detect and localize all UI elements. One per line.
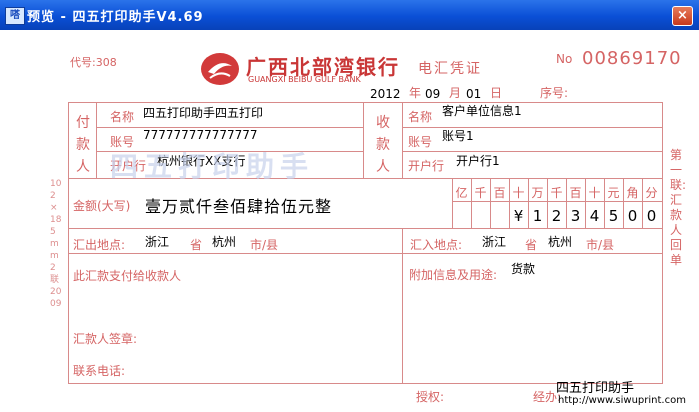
seq-label: 序号:	[540, 86, 569, 100]
watermark-logo: 四五打印助手	[110, 150, 315, 183]
footer-url[interactable]: http://www.siwuprint.com	[558, 395, 686, 406]
digit-value: 5	[608, 207, 619, 225]
digit-value: 4	[589, 207, 600, 225]
payee-name-label: 名称	[408, 110, 433, 124]
remit-from-province: 浙江	[145, 235, 170, 249]
digit-header: 十	[588, 186, 601, 200]
remit-from-label: 汇出地点:	[73, 238, 126, 252]
digit-header: 元	[607, 186, 620, 200]
amount-in-words: 壹万贰仟叁佰肆拾伍元整	[145, 197, 333, 216]
no-label: No	[556, 52, 573, 66]
payee-account-label: 账号	[408, 135, 433, 149]
close-button[interactable]: ×	[672, 6, 693, 26]
payee-bank-label: 开户行	[408, 159, 445, 173]
payee-account: 账号1	[442, 129, 474, 143]
payer-name: 四五打印助手四五打印	[143, 106, 264, 120]
payer-account: 777777777777777	[143, 128, 258, 142]
title-bar: 嗒 预览 - 四五打印助手V4.69 ×	[0, 0, 699, 30]
digit-value: 1	[532, 207, 543, 225]
digit-header: 千	[550, 186, 563, 200]
digit-value: 3	[570, 207, 581, 225]
voucher-type: 电汇凭证	[418, 61, 482, 77]
amount-label: 金额(大写)	[73, 199, 131, 213]
remit-to-label: 汇入地点:	[410, 238, 463, 252]
remit-from-province-unit: 省	[190, 238, 203, 252]
bank-logo-icon	[200, 52, 240, 86]
pay-to-payee-text: 此汇款支付给收款人	[73, 269, 182, 283]
month-unit: 月	[449, 86, 462, 100]
extra-info-value: 货款	[511, 262, 536, 276]
remit-from-city-unit: 市/县	[250, 238, 279, 252]
remit-to-province: 浙江	[482, 235, 507, 249]
remit-from-city: 杭州	[212, 235, 237, 249]
payer-name-label: 名称	[110, 110, 135, 124]
digit-header: 千	[474, 186, 487, 200]
digit-value: 2	[551, 207, 562, 225]
signature-label: 汇款人签章:	[73, 332, 138, 346]
digit-header: 角	[626, 186, 639, 200]
window-title: 预览 - 四五打印助手V4.69	[27, 10, 204, 25]
copy-note: 第一联:汇款人回单	[670, 148, 687, 267]
payee-bank: 开户行1	[456, 154, 500, 168]
digit-header: 亿	[455, 186, 468, 200]
remit-to-city: 杭州	[548, 235, 573, 249]
date-day: 01	[466, 87, 482, 101]
digit-header: 万	[531, 186, 544, 200]
digit-value: ¥	[513, 207, 524, 225]
auth-label: 授权:	[416, 390, 445, 404]
remit-to-province-unit: 省	[525, 238, 538, 252]
date-year: 2012	[370, 87, 401, 101]
date-month: 09	[425, 87, 441, 101]
phone-label: 联系电话:	[73, 364, 126, 378]
digit-value: 0	[646, 207, 657, 225]
digit-header: 十	[512, 186, 525, 200]
remit-to-city-unit: 市/县	[586, 238, 615, 252]
payer-section-label: 付款人	[76, 115, 90, 175]
extra-info-label: 附加信息及用途:	[409, 268, 498, 282]
voucher-number: 00869170	[582, 48, 682, 69]
voucher-code: 代号:308	[70, 56, 117, 69]
day-unit: 日	[490, 86, 503, 100]
bank-name-en: GUANGXI BEIBU GULF BANK	[248, 75, 361, 84]
payee-name: 客户单位信息1	[442, 104, 522, 118]
digit-value: 0	[627, 207, 638, 225]
digit-header: 分	[645, 186, 658, 200]
digit-header: 百	[569, 186, 582, 200]
left-margin-note: 102×185mm 2联 2009	[50, 179, 62, 309]
footer-brand: 四五打印助手	[556, 381, 635, 396]
payee-section-label: 收款人	[376, 115, 390, 175]
year-unit: 年	[409, 86, 422, 100]
digit-header: 百	[493, 186, 506, 200]
app-icon: 嗒	[5, 7, 25, 25]
